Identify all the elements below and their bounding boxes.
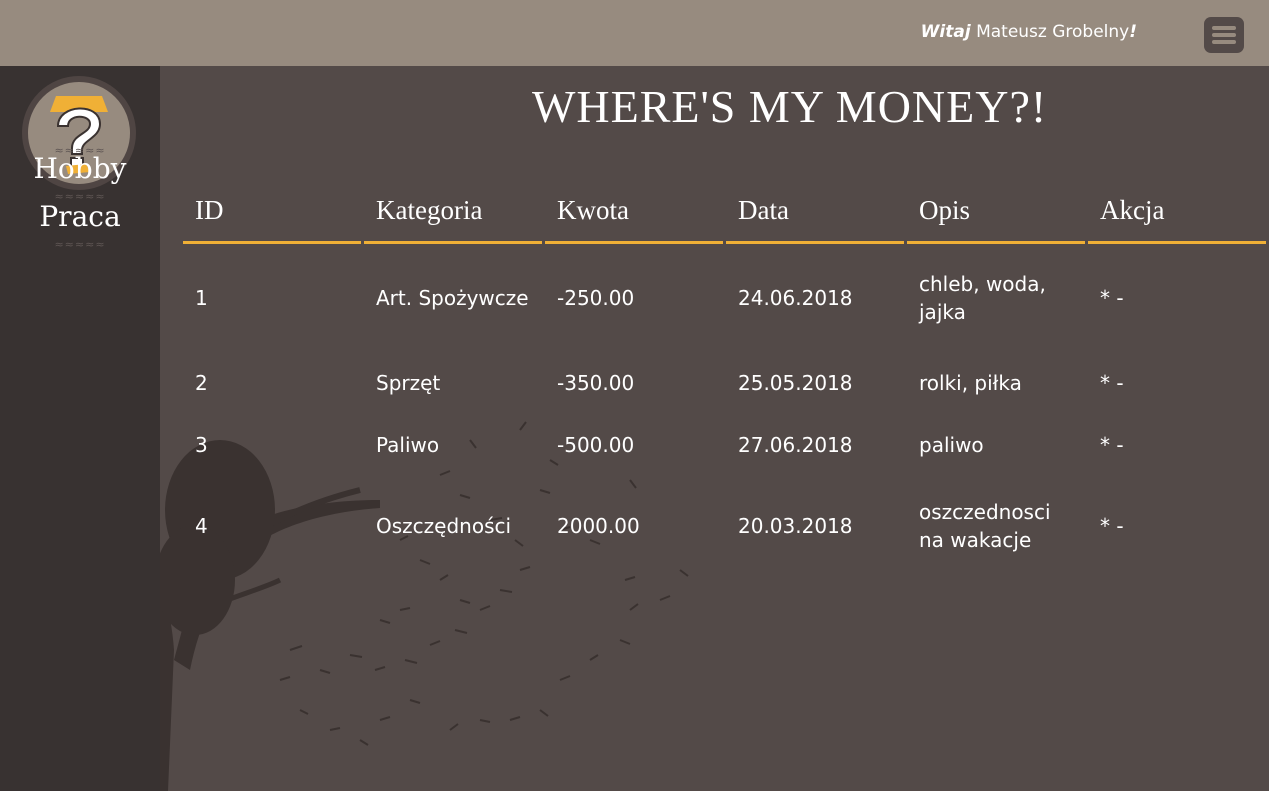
- sidebar: ≈≈≈≈≈ Hobby ≈≈≈≈≈ Praca ≈≈≈≈≈: [0, 66, 160, 791]
- cell-data: 25.05.2018: [738, 371, 853, 395]
- cell-id: 4: [195, 514, 208, 538]
- cell-akcja[interactable]: * -: [1088, 414, 1266, 476]
- column-header-kategoria[interactable]: Kategoria: [364, 188, 542, 244]
- cell-akcja[interactable]: * -: [1088, 244, 1266, 352]
- cell-kategoria: Sprzęt: [376, 371, 441, 395]
- sidebar-item-praca[interactable]: Praca: [0, 200, 160, 233]
- table-row: 3 Paliwo -500.00 27.06.2018 paliwo * -: [183, 414, 1266, 476]
- cell-id: 3: [195, 433, 208, 457]
- cell-kwota: -500.00: [557, 433, 635, 457]
- table-header-row: ID Kategoria Kwota Data Opis Akcja: [183, 188, 1266, 244]
- table-row: 4 Oszczędności 2000.00 20.03.2018 oszcze…: [183, 476, 1266, 576]
- hamburger-menu-icon[interactable]: [1204, 17, 1244, 53]
- cell-kwota: -350.00: [557, 371, 635, 395]
- column-header-id[interactable]: ID: [183, 188, 361, 244]
- user-name[interactable]: Mateusz Grobelny: [976, 22, 1129, 42]
- page-title-text: WHERE'S MY MONEY?!: [532, 81, 1048, 132]
- cell-id: 2: [195, 371, 208, 395]
- cell-data: 24.06.2018: [738, 286, 853, 310]
- cell-data: 20.03.2018: [738, 514, 853, 538]
- column-header-akcja[interactable]: Akcja: [1088, 188, 1266, 244]
- cell-id: 1: [195, 286, 208, 310]
- cell-opis: paliwo: [919, 433, 984, 457]
- cell-kategoria: Oszczędności: [376, 514, 512, 538]
- cell-kwota: -250.00: [557, 286, 635, 310]
- top-bar: Witaj Mateusz Grobelny!: [0, 0, 1269, 66]
- greeting-prefix: Witaj: [920, 22, 971, 42]
- column-header-kwota[interactable]: Kwota: [545, 188, 723, 244]
- cell-akcja[interactable]: * -: [1088, 476, 1266, 576]
- cell-data: 27.06.2018: [738, 433, 853, 457]
- cell-opis: oszczednosci na wakacje: [919, 500, 1051, 552]
- column-header-data[interactable]: Data: [726, 188, 904, 244]
- cell-kategoria: Art. Spożywcze: [376, 286, 529, 310]
- user-greeting: Witaj Mateusz Grobelny!: [921, 22, 1137, 42]
- column-header-opis[interactable]: Opis: [907, 188, 1085, 244]
- sidebar-item-hobby[interactable]: Hobby: [0, 152, 160, 185]
- table-row: 1 Art. Spożywcze -250.00 24.06.2018 chle…: [183, 244, 1266, 352]
- cell-kwota: 2000.00: [557, 514, 640, 538]
- greeting-suffix: !: [1129, 22, 1137, 42]
- expenses-table: ID Kategoria Kwota Data Opis Akcja 1 Art…: [180, 188, 1269, 576]
- cell-opis: chleb, woda, jajka: [919, 272, 1046, 324]
- divider: ≈≈≈≈≈: [54, 238, 106, 251]
- cell-opis: rolki, piłka: [919, 371, 1022, 395]
- cell-akcja[interactable]: * -: [1088, 352, 1266, 414]
- cell-kategoria: Paliwo: [376, 433, 440, 457]
- table-row: 2 Sprzęt -350.00 25.05.2018 rolki, piłka…: [183, 352, 1266, 414]
